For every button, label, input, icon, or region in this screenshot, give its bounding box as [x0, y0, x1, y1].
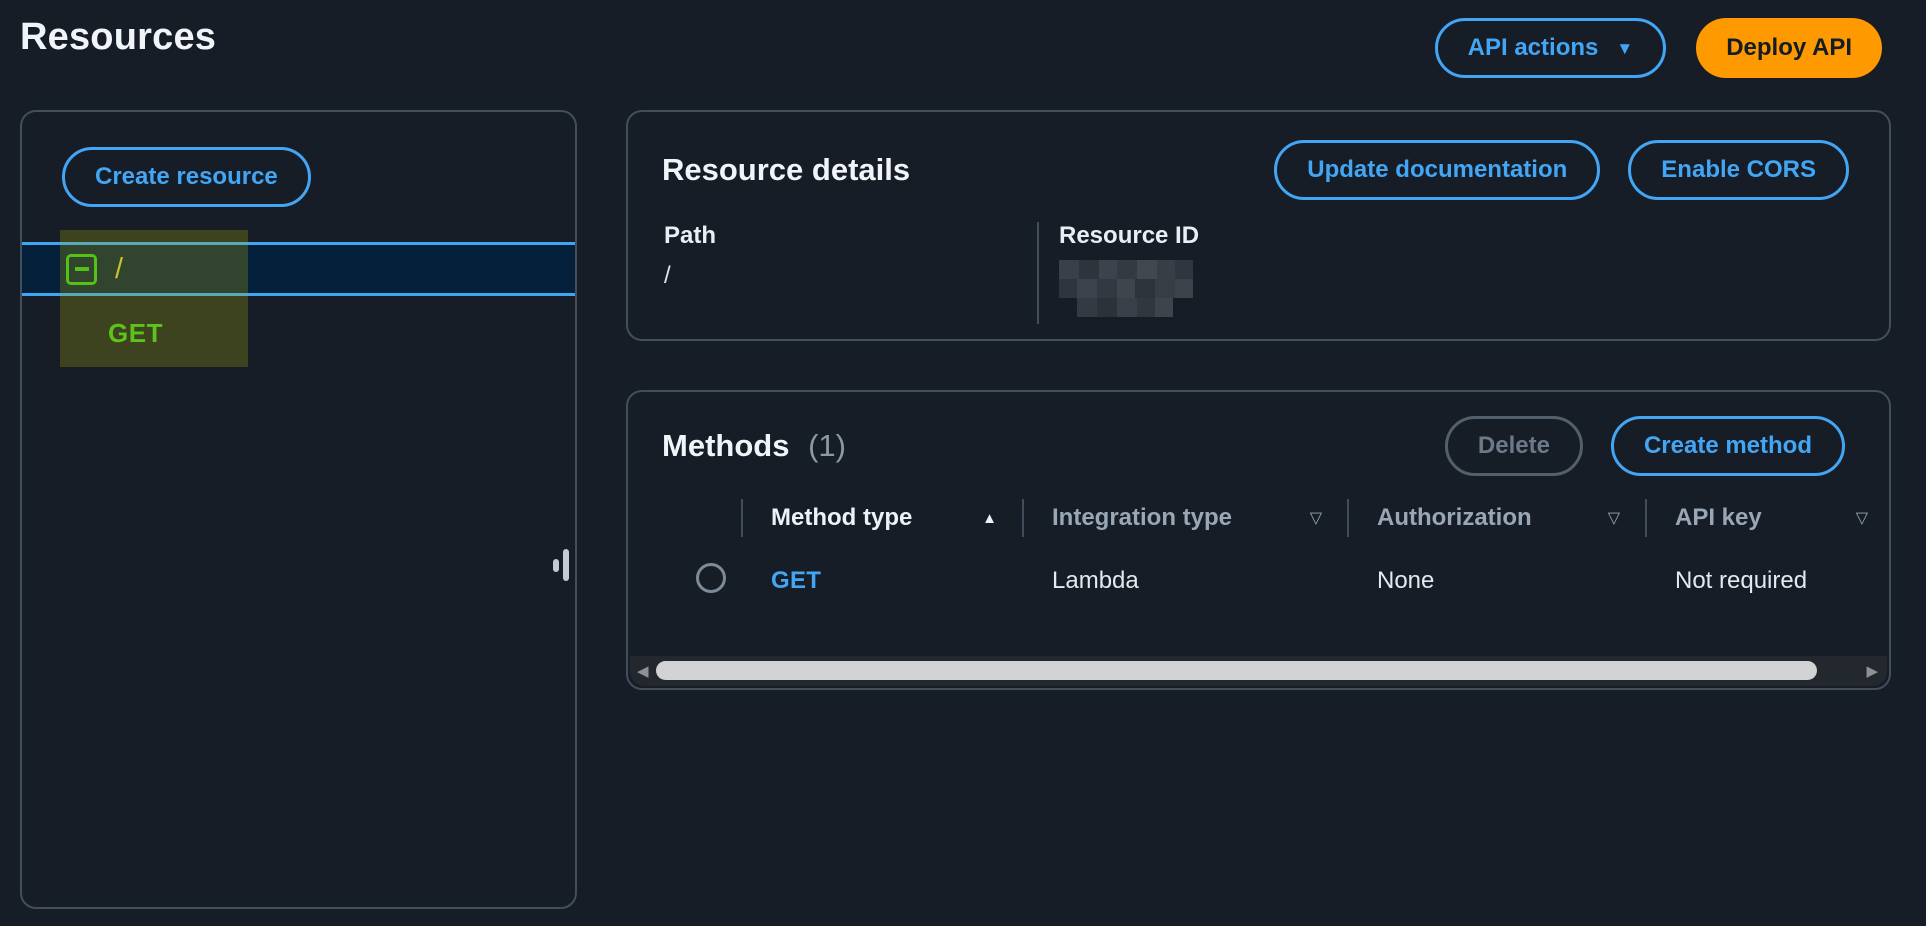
api-key-cell: Not required [1645, 544, 1891, 618]
methods-panel: Methods (1) Delete Create method Method … [626, 390, 1891, 690]
sort-icon[interactable]: ▽ [1856, 508, 1868, 528]
caret-down-icon: ▼ [1616, 39, 1633, 59]
resource-details-header: Resource details Update documentation En… [628, 112, 1889, 200]
sort-icon[interactable]: ▽ [1608, 508, 1620, 528]
api-actions-button[interactable]: API actions ▼ [1435, 18, 1667, 78]
sort-ascending-icon[interactable]: ▲ [982, 510, 997, 527]
sort-icon[interactable]: ▽ [1310, 508, 1322, 528]
column-header-authorization[interactable]: Authorization ▽ [1347, 492, 1645, 544]
collapse-toggle-icon[interactable] [66, 254, 97, 285]
resize-handle-short-bar [553, 559, 559, 572]
scrollbar-thumb[interactable] [656, 661, 1817, 680]
tree-item-get-method[interactable]: GET [22, 296, 575, 370]
integration-type-cell: Lambda [1022, 544, 1347, 618]
column-header-api-key[interactable]: API key ▽ [1645, 492, 1891, 544]
create-resource-button[interactable]: Create resource [62, 147, 311, 207]
api-actions-label: API actions [1468, 34, 1599, 62]
methods-title-text: Methods [662, 428, 789, 463]
column-header-integration-type[interactable]: Integration type ▽ [1022, 492, 1347, 544]
authorization-cell: None [1347, 544, 1645, 618]
horizontal-scrollbar[interactable]: ◀ ▶ [630, 656, 1887, 686]
method-type-cell: GET [741, 544, 1022, 618]
resource-details-panel: Resource details Update documentation En… [626, 110, 1891, 341]
resource-id-field: Resource ID [1037, 222, 1889, 324]
path-value: / [664, 262, 1037, 290]
create-method-button[interactable]: Create method [1611, 416, 1845, 476]
update-documentation-button[interactable]: Update documentation [1274, 140, 1600, 200]
scroll-right-icon[interactable]: ▶ [1866, 656, 1878, 686]
panel-resize-handle[interactable] [551, 549, 569, 581]
resources-tree-panel: Create resource / GET [20, 110, 577, 909]
row-select-cell [628, 544, 741, 618]
methods-table: Method type ▲ Integration type ▽ Authori… [628, 492, 1891, 618]
tree-item-root[interactable]: / [22, 242, 575, 296]
methods-count-badge: (1) [808, 428, 846, 463]
page-title: Resources [20, 16, 216, 59]
path-field: Path / [628, 222, 1037, 324]
row-radio-button[interactable] [696, 563, 726, 593]
resource-id-redacted-value [1059, 260, 1193, 316]
selection-column-header [628, 492, 741, 544]
method-type-header-label: Method type [771, 504, 912, 532]
method-get-link[interactable]: GET [771, 567, 821, 594]
resource-details-title: Resource details [662, 152, 910, 188]
delete-button[interactable]: Delete [1445, 416, 1583, 476]
path-label: Path [664, 222, 1037, 250]
column-header-method-type[interactable]: Method type ▲ [741, 492, 1022, 544]
methods-table-header-row: Method type ▲ Integration type ▽ Authori… [628, 492, 1891, 544]
integration-type-header-label: Integration type [1052, 504, 1232, 532]
deploy-api-button[interactable]: Deploy API [1696, 18, 1882, 78]
resize-handle-tall-bar [563, 549, 569, 581]
tree-item-root-label: / [115, 253, 123, 286]
resource-details-content: Path / Resource ID [628, 222, 1889, 324]
methods-header: Methods (1) Delete Create method [628, 392, 1889, 476]
authorization-header-label: Authorization [1377, 504, 1532, 532]
method-table-row: GET Lambda None Not required [628, 544, 1891, 618]
enable-cors-button[interactable]: Enable CORS [1628, 140, 1849, 200]
resource-id-label: Resource ID [1059, 222, 1889, 250]
scroll-left-icon[interactable]: ◀ [637, 656, 649, 686]
methods-title: Methods (1) [662, 428, 846, 464]
api-key-header-label: API key [1675, 504, 1762, 532]
tree-item-get-label: GET [108, 318, 163, 349]
top-action-bar: API actions ▼ Deploy API [1435, 18, 1882, 78]
